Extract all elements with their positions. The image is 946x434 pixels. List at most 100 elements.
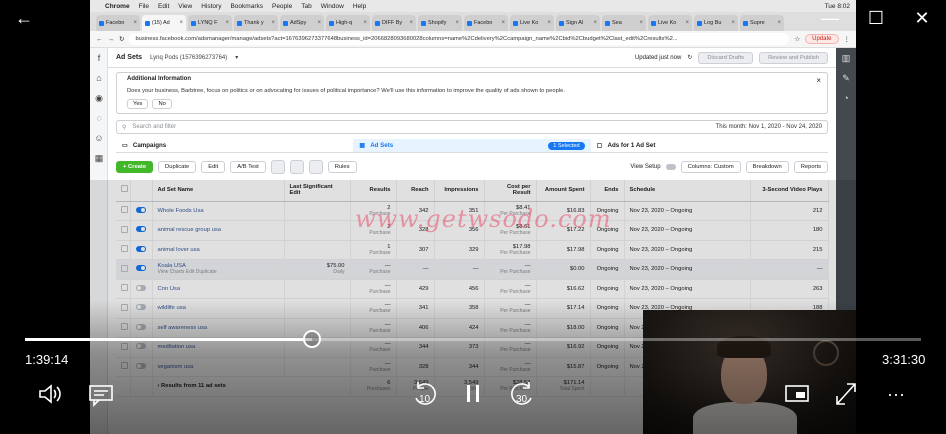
row-checkbox xyxy=(116,298,131,319)
name-cell: Whole Foods Usa xyxy=(152,201,285,221)
results-cell: — Purchase xyxy=(350,298,397,319)
ad-set-name: Cnn Usa xyxy=(157,285,181,292)
tab-close-icon: × xyxy=(455,20,459,26)
col-header-amount-spent: Amount Spent xyxy=(536,179,591,202)
tab-ads: ▢ Ads for 1 Ad Set xyxy=(591,139,828,152)
level-tabs: ▭ Campaigns ▦ Ad Sets 1 Selected ▢ Ads f… xyxy=(116,139,828,153)
footer-results: 6 Purchases xyxy=(350,376,397,397)
ad-set-name: wildlife usa xyxy=(157,305,186,312)
browser-tab-label: LYNQ F xyxy=(198,20,218,26)
tab-ad-sets: ▦ Ad Sets 1 Selected xyxy=(353,139,591,152)
tab-favicon-icon xyxy=(421,20,426,26)
amount-spent-cell: $15.87 xyxy=(536,357,591,377)
menu-edit: Edit xyxy=(158,2,170,10)
browser-tab-label: DIFF By xyxy=(382,20,403,26)
webcam-overlay xyxy=(643,310,856,434)
undo-button xyxy=(289,159,304,174)
url-field: business.facebook.com/adsmanager/manage/… xyxy=(129,33,790,45)
impressions-cell: 329 xyxy=(434,240,485,260)
results-cell: — Purchase xyxy=(350,279,397,299)
browser-tab-label: Thank y xyxy=(244,20,264,26)
col-header-ends: Ends xyxy=(590,179,625,202)
elapsed-time: 1:39:14 xyxy=(25,352,69,367)
more-options-icon[interactable]: ··· xyxy=(882,380,910,408)
table-row: Cnn Usa — Purchase 429 456— Per Purchase $16.6… xyxy=(116,279,829,299)
maximize-icon[interactable]: ☐ xyxy=(864,6,888,30)
mini-player-icon[interactable] xyxy=(784,380,810,408)
browser-tab: Sign Al × xyxy=(556,15,600,31)
ad-set-name: self awareness usa xyxy=(157,324,208,331)
back-arrow-icon[interactable]: ← xyxy=(12,6,36,30)
seek-bar[interactable] xyxy=(25,330,921,348)
impressions-cell: 358 xyxy=(434,298,485,319)
video-plays-cell: 212 xyxy=(750,201,829,221)
cost-per-result-cell: — Per Purchase xyxy=(484,298,537,319)
search-input: Search and filter xyxy=(132,124,177,130)
seek-thumb[interactable] xyxy=(303,330,321,348)
browser-tab-label: Live Ko xyxy=(658,20,677,26)
no-button: No xyxy=(152,99,172,109)
results-cell: 1 Purchase xyxy=(350,240,397,260)
close-icon[interactable]: ✕ xyxy=(910,6,934,30)
results-cell: — Purchase xyxy=(350,357,397,377)
name-cell: animal rescue group usa xyxy=(152,220,285,241)
captions-icon[interactable] xyxy=(88,380,114,408)
back-arrow-icon: ← xyxy=(96,35,103,43)
col-header-impressions: Impressions xyxy=(434,179,485,202)
ad-set-name: animal lover usa xyxy=(157,246,200,253)
ends-cell: Ongoing xyxy=(590,259,625,280)
tab-favicon-icon xyxy=(145,20,150,26)
close-icon: × xyxy=(816,76,821,85)
ad-set-name: veganism usa xyxy=(157,363,194,370)
tab-close-icon: × xyxy=(363,20,367,26)
browser-tab: AdSpy × xyxy=(280,15,324,31)
row-checkbox xyxy=(116,357,131,377)
minimize-icon[interactable]: — xyxy=(818,6,842,30)
impressions-cell: 344 xyxy=(434,357,485,377)
browser-tab: Thank y × xyxy=(234,15,278,31)
menu-app-name: Chrome xyxy=(105,2,130,10)
browser-tab: Supre × xyxy=(740,15,784,31)
fullscreen-icon[interactable] xyxy=(833,380,859,408)
skip-forward-button[interactable]: 30 xyxy=(509,380,537,408)
tab-favicon-icon xyxy=(237,20,242,26)
search-filter-bar: ⚲ Search and filter This month: Nov 1, 2… xyxy=(116,120,828,134)
create-button: + Create xyxy=(116,160,154,173)
tab-close-icon: × xyxy=(547,20,551,26)
seek-bar-fill xyxy=(25,338,312,341)
results-cell: — Purchase xyxy=(350,318,397,338)
name-cell: animal lover usa xyxy=(152,240,285,260)
info-body: Does your business, Barbtree, focus on p… xyxy=(127,88,565,94)
amount-spent-cell: $17.14 xyxy=(536,298,591,319)
skip-back-button[interactable]: 10 xyxy=(410,380,438,408)
col-header-name: Ad Set Name xyxy=(152,179,285,202)
clock-icon: ◔ xyxy=(843,93,849,103)
tab-close-icon: × xyxy=(317,20,321,26)
pause-button[interactable] xyxy=(462,380,484,408)
yes-button: Yes xyxy=(127,99,149,109)
browser-tab: (15) Ad × xyxy=(142,15,186,31)
tag-button xyxy=(308,159,323,174)
tab-favicon-icon xyxy=(697,20,702,26)
tab-favicon-icon xyxy=(743,20,748,26)
impressions-cell: 456 xyxy=(434,279,485,299)
grid-icon: ▦ xyxy=(359,142,366,149)
row-checkbox xyxy=(116,240,131,260)
discard-drafts-button: Discard Drafts xyxy=(698,51,754,64)
budget-type: Daily xyxy=(333,269,345,276)
browser-tab: Facebo × xyxy=(464,15,508,31)
schedule-cell: Nov 23, 2020 – Ongoing xyxy=(624,240,751,260)
col-header-cost-per-result: Cost per Result xyxy=(484,179,537,202)
volume-icon[interactable] xyxy=(37,380,63,408)
menu-help: Help xyxy=(352,2,367,10)
row-toggle xyxy=(130,259,153,280)
tab-close-icon: × xyxy=(685,20,689,26)
breakdown-button: Breakdown xyxy=(745,160,789,173)
last-edit-cell xyxy=(284,357,351,377)
browser-address-bar: ← → ↻ business.facebook.com/adsmanager/m… xyxy=(90,31,856,48)
ends-cell: Ongoing xyxy=(590,240,625,260)
edit-button: Edit xyxy=(201,160,226,173)
row-toggle xyxy=(130,357,153,377)
skip-back-label: 10 xyxy=(419,394,431,405)
total-time: 3:31:30 xyxy=(882,352,926,367)
